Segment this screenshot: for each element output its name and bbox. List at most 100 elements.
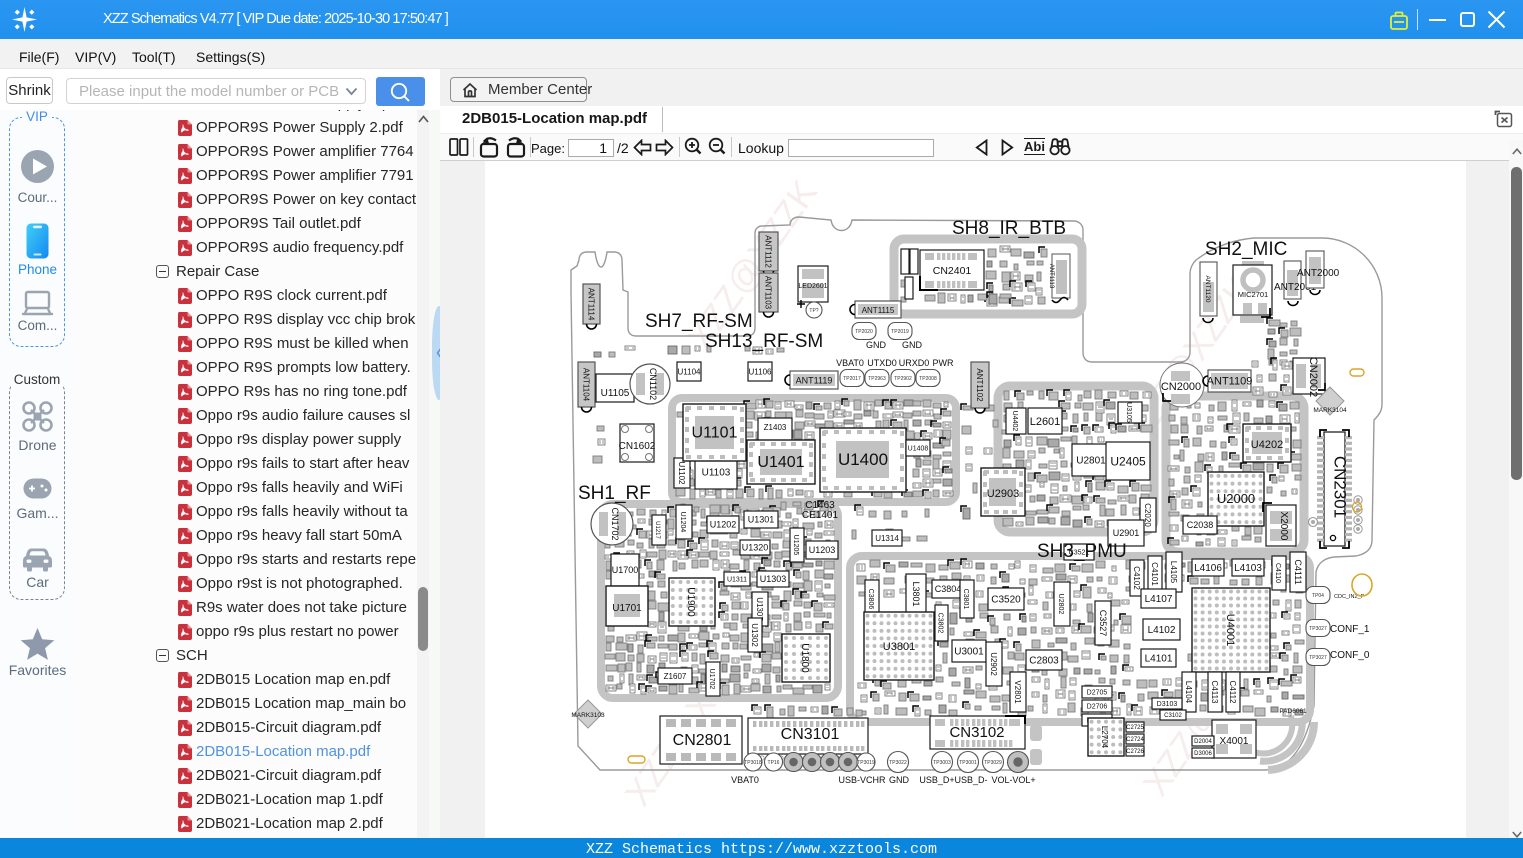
svg-text:U1102: U1102 — [677, 462, 686, 486]
svg-text:TP3003: TP3003 — [933, 760, 951, 766]
svg-text:TP3027: TP3027 — [1309, 655, 1327, 661]
svg-text:L3801: L3801 — [911, 581, 921, 606]
svg-text:U1105: U1105 — [601, 388, 630, 399]
svg-text:UTXD0: UTXD0 — [867, 358, 897, 368]
svg-text:ANT1102: ANT1102 — [975, 368, 984, 402]
svg-text:SH2_MIC: SH2_MIC — [1205, 239, 1287, 260]
svg-text:U1101: U1101 — [692, 425, 738, 442]
svg-text:ANT1103: ANT1103 — [764, 276, 773, 310]
svg-text:CE1401: CE1401 — [802, 510, 839, 521]
svg-text:U2802: U2802 — [1057, 594, 1064, 615]
svg-text:C2725: C2725 — [1126, 725, 1144, 731]
svg-text:TP2963: TP2963 — [868, 376, 886, 382]
svg-text:X2000: X2000 — [1278, 512, 1289, 541]
svg-text:SH3_PMU: SH3_PMU — [1037, 541, 1127, 562]
svg-text:C3102: C3102 — [1164, 713, 1182, 719]
svg-text:URXD0: URXD0 — [899, 358, 930, 368]
svg-text:U1217: U1217 — [654, 521, 660, 539]
svg-text:TP3027: TP3027 — [1309, 626, 1327, 632]
svg-text:C2726: C2726 — [1126, 749, 1144, 755]
svg-text:PWR: PWR — [933, 358, 954, 368]
svg-text:U3001: U3001 — [954, 647, 984, 658]
svg-text:C4113: C4113 — [1210, 681, 1219, 705]
svg-text:U4001: U4001 — [1224, 614, 1236, 646]
svg-text:U1301: U1301 — [748, 515, 775, 525]
svg-text:VOL+: VOL+ — [1012, 775, 1035, 785]
svg-text:CONF_1: CONF_1 — [1330, 624, 1370, 635]
svg-text:U2901: U2901 — [1113, 528, 1140, 538]
svg-text:C3802: C3802 — [937, 613, 944, 634]
svg-text:U1401: U1401 — [757, 454, 804, 471]
svg-text:C4112: C4112 — [1228, 681, 1237, 705]
svg-text:D2004: D2004 — [1194, 739, 1212, 745]
svg-text:C4101: C4101 — [1150, 562, 1159, 586]
svg-text:U1302: U1302 — [750, 623, 759, 647]
svg-text:U2801: U2801 — [1076, 456, 1106, 467]
svg-text:C3527: C3527 — [1098, 610, 1108, 637]
svg-text:D2705: D2705 — [1087, 690, 1108, 697]
svg-text:U1701: U1701 — [612, 603, 642, 614]
svg-text:TP3001: TP3001 — [959, 760, 977, 766]
svg-text:Z1607: Z1607 — [664, 672, 687, 681]
svg-text:TP04: TP04 — [1312, 593, 1324, 599]
svg-text:ANT1115: ANT1115 — [862, 306, 895, 315]
svg-text:U1303: U1303 — [760, 574, 787, 584]
svg-text:SH7_RF-SM: SH7_RF-SM — [645, 311, 753, 332]
svg-text:X4001: X4001 — [1220, 736, 1249, 747]
svg-text:CDC_IN2_P: CDC_IN2_P — [1334, 594, 1365, 600]
svg-text:TP3019: TP3019 — [857, 760, 875, 766]
svg-text:L4103: L4103 — [1234, 563, 1262, 574]
svg-text:GND: GND — [902, 340, 923, 350]
svg-text:TP2020: TP2020 — [855, 329, 873, 335]
svg-text:SH13_RF-SM: SH13_RF-SM — [705, 331, 823, 352]
svg-text:U2000: U2000 — [1217, 491, 1255, 506]
svg-text:PAD6061: PAD6061 — [1279, 708, 1307, 715]
svg-text:U1204: U1204 — [679, 512, 686, 533]
svg-text:MARK3104: MARK3104 — [1313, 407, 1347, 414]
svg-text:C2724: C2724 — [1126, 737, 1144, 743]
svg-text:USB-VCHR: USB-VCHR — [838, 775, 886, 785]
svg-text:VOL-: VOL- — [991, 775, 1012, 785]
svg-text:Z1403: Z1403 — [764, 423, 787, 432]
svg-text:CN1602: CN1602 — [619, 441, 656, 452]
svg-text:TP3022: TP3022 — [889, 760, 907, 766]
svg-text:CN3101: CN3101 — [781, 726, 840, 743]
svg-text:TP?: TP? — [809, 308, 818, 314]
svg-text:VBAT0: VBAT0 — [731, 775, 759, 785]
svg-text:C3804: C3804 — [935, 584, 962, 594]
svg-text:U1408: U1408 — [908, 446, 929, 453]
svg-text:U1314: U1314 — [875, 534, 899, 543]
svg-text:U2903: U2903 — [987, 488, 1019, 500]
svg-text:TP3029: TP3029 — [984, 760, 1002, 766]
svg-text:U1800: U1800 — [799, 643, 810, 673]
svg-text:U4202: U4202 — [1251, 439, 1283, 451]
svg-text:ANT1119: ANT1119 — [796, 376, 833, 386]
svg-text:L4107: L4107 — [1145, 594, 1173, 605]
svg-text:C2038: C2038 — [1187, 520, 1214, 530]
svg-text:TP2902: TP2902 — [894, 376, 912, 382]
svg-text:U1400: U1400 — [838, 450, 888, 469]
svg-text:U1106: U1106 — [749, 367, 773, 376]
svg-text:U1900: U1900 — [685, 587, 696, 617]
svg-text:U1104: U1104 — [678, 367, 702, 376]
svg-text:CN2000: CN2000 — [1161, 381, 1201, 393]
svg-text:CN2002: CN2002 — [1307, 357, 1319, 397]
svg-text:U1311: U1311 — [727, 577, 747, 584]
svg-text:L4104: L4104 — [1184, 681, 1193, 704]
svg-text:D3006: D3006 — [1194, 751, 1212, 757]
svg-text:U3801: U3801 — [883, 641, 915, 653]
svg-text:C2803: C2803 — [1029, 656, 1059, 667]
svg-text:U2902: U2902 — [989, 652, 998, 676]
svg-text:U2405: U2405 — [1110, 454, 1146, 468]
svg-text:L2704: L2704 — [1100, 726, 1109, 749]
svg-text:MARK3103: MARK3103 — [571, 712, 605, 719]
svg-text:V2801: V2801 — [1013, 680, 1022, 704]
svg-text:VBAT0: VBAT0 — [836, 358, 864, 368]
svg-text:LED2601: LED2601 — [798, 283, 827, 290]
svg-text:ANT1120: ANT1120 — [1204, 276, 1211, 303]
svg-text:U1320: U1320 — [742, 543, 769, 553]
svg-text:GND: GND — [889, 775, 910, 785]
svg-text:CN2801: CN2801 — [673, 732, 732, 749]
svg-text:C4110: C4110 — [1274, 563, 1281, 583]
svg-text:ANT1109: ANT1109 — [1207, 376, 1253, 388]
